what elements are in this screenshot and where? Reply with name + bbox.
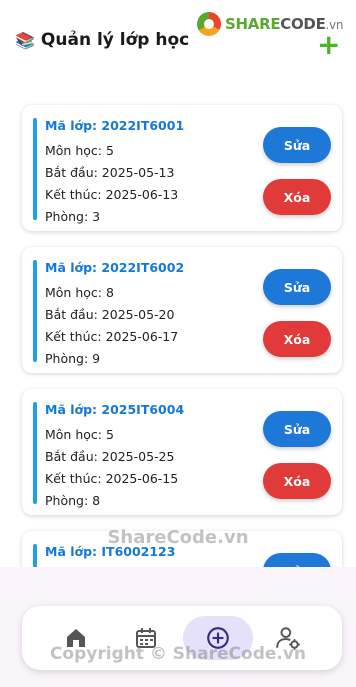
app-header: 📚 Quản lý lớp học SHARECODE.vn +: [0, 0, 356, 80]
class-subject: Môn học: 5: [45, 143, 114, 158]
watermark-center: ShareCode.vn: [107, 527, 249, 548]
edit-button[interactable]: Sửa: [263, 127, 331, 163]
class-end-date: Kết thúc: 2025-06-17: [45, 329, 179, 344]
delete-button[interactable]: Xóa: [263, 321, 331, 357]
class-end-date: Kết thúc: 2025-06-13: [45, 187, 179, 202]
class-list: Mã lớp: 2022IT6001 Môn học: 5 Bắt đầu: 2…: [0, 0, 356, 580]
class-info: Mã lớp: 2022IT6002 Môn học: 8 Bắt đầu: 2…: [45, 260, 184, 370]
class-start-date: Bắt đầu: 2025-05-25: [45, 449, 175, 464]
class-code: Mã lớp: 2022IT6002: [45, 260, 185, 275]
class-room: Phòng: 3: [45, 209, 101, 224]
class-subject: Môn học: 5: [45, 427, 114, 442]
class-room: Phòng: 9: [45, 351, 101, 366]
card-accent-bar: [33, 118, 37, 220]
class-card: Mã lớp: 2025IT6004 Môn học: 5 Bắt đầu: 2…: [22, 389, 342, 515]
page-title: 📚 Quản lý lớp học: [15, 30, 189, 50]
class-subject: Môn học: 8: [45, 285, 114, 300]
delete-button[interactable]: Xóa: [263, 463, 331, 499]
card-accent-bar: [33, 260, 37, 362]
edit-button[interactable]: Sửa: [263, 411, 331, 447]
delete-button[interactable]: Xóa: [263, 179, 331, 215]
edit-button[interactable]: Sửa: [263, 269, 331, 305]
class-code: Mã lớp: 2022IT6001: [45, 118, 185, 133]
class-card: Mã lớp: 2022IT6001 Môn học: 5 Bắt đầu: 2…: [22, 105, 342, 231]
class-info: Mã lớp: 2022IT6001 Môn học: 5 Bắt đầu: 2…: [45, 118, 184, 228]
class-card: Mã lớp: 2022IT6002 Môn học: 8 Bắt đầu: 2…: [22, 247, 342, 373]
sharecode-logo-icon: [197, 12, 221, 36]
add-class-button[interactable]: +: [317, 31, 340, 59]
class-code: Mã lớp: 2025IT6004: [45, 402, 185, 417]
card-accent-bar: [33, 402, 37, 504]
class-end-date: Kết thúc: 2025-06-15: [45, 471, 179, 486]
books-icon: 📚: [15, 30, 35, 50]
class-info: Mã lớp: 2025IT6004 Môn học: 5 Bắt đầu: 2…: [45, 402, 184, 512]
page-title-text: Quản lý lớp học: [40, 30, 190, 50]
class-start-date: Bắt đầu: 2025-05-20: [45, 307, 175, 322]
watermark-copyright: Copyright © ShareCode.vn: [49, 644, 307, 664]
class-room: Phòng: 8: [45, 493, 101, 508]
class-start-date: Bắt đầu: 2025-05-13: [45, 165, 175, 180]
